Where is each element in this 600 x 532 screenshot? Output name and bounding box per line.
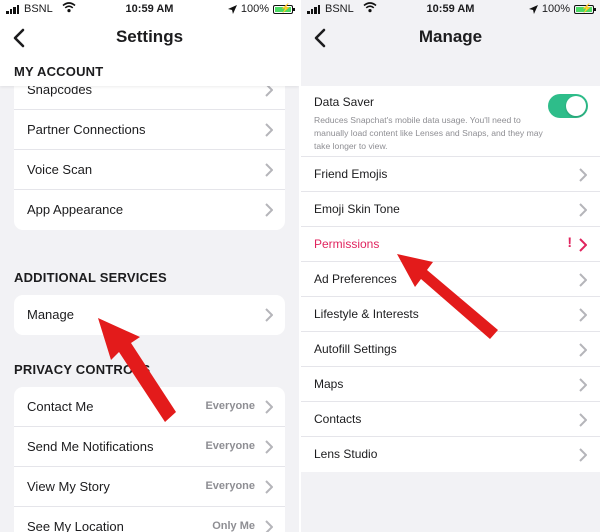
battery-icon: ⚡: [574, 3, 596, 14]
alert-icon: !: [567, 234, 572, 250]
privacy-controls-group: Contact Me Everyone Send Me Notification…: [14, 387, 285, 532]
list-item-label: Lifestyle & Interests: [314, 307, 419, 321]
list-item-send-me-notifications[interactable]: Send Me Notifications Everyone: [14, 427, 285, 467]
data-saver-row: Data Saver Reduces Snapchat's mobile dat…: [301, 86, 600, 157]
list-item-value: Everyone: [205, 440, 255, 452]
chevron-right-icon: [265, 520, 273, 532]
battery-percent: 100%: [541, 3, 570, 15]
status-bar: BSNL 10:59 AM 100% ⚡: [301, 0, 600, 20]
chevron-right-icon: [579, 448, 587, 462]
status-bar: BSNL 10:59 AM 100% ⚡: [0, 0, 299, 20]
chevron-right-icon: [579, 203, 587, 217]
navigation-bar: Settings: [0, 20, 299, 56]
status-right: 100% ⚡: [528, 3, 596, 15]
data-saver-toggle[interactable]: [548, 94, 588, 118]
list-item-label: Ad Preferences: [314, 272, 397, 286]
data-saver-label: Data Saver: [314, 95, 375, 109]
chevron-right-icon: [265, 163, 273, 177]
page-title: Settings: [115, 27, 184, 46]
list-item-label: View My Story: [27, 479, 110, 494]
location-arrow-icon: [528, 4, 538, 14]
list-item-autofill-settings[interactable]: Autofill Settings: [301, 332, 600, 367]
list-item-label: Permissions: [314, 237, 380, 251]
chevron-right-icon: [579, 273, 587, 287]
status-right: 100% ⚡: [227, 3, 295, 15]
manage-screen: BSNL 10:59 AM 100% ⚡ Manage Data Saver R…: [301, 0, 600, 532]
navigation-bar: Manage: [301, 20, 600, 56]
chevron-right-icon: [265, 480, 273, 494]
manage-row[interactable]: Manage: [14, 295, 285, 335]
list-item-ad-preferences[interactable]: Ad Preferences: [301, 262, 600, 297]
list-item-voice-scan[interactable]: Voice Scan: [14, 150, 285, 190]
list-item-label: Send Me Notifications: [27, 439, 154, 454]
list-item-label: See My Location: [27, 519, 124, 532]
chevron-right-icon: [265, 400, 273, 414]
list-item-view-my-story[interactable]: View My Story Everyone: [14, 467, 285, 507]
list-item-maps[interactable]: Maps: [301, 367, 600, 402]
list-item-lens-studio[interactable]: Lens Studio: [301, 437, 600, 472]
list-item-label: Voice Scan: [27, 162, 93, 177]
chevron-right-icon: [265, 203, 273, 217]
list-item-emoji-skin-tone[interactable]: Emoji Skin Tone: [301, 192, 600, 227]
list-item-partner-connections[interactable]: Partner Connections: [14, 110, 285, 150]
list-item-label: Contacts: [314, 412, 362, 426]
location-arrow-icon: [227, 4, 237, 14]
chevron-right-icon: [579, 343, 587, 357]
list-item-label: Maps: [314, 377, 344, 391]
additional-services-header: ADDITIONAL SERVICES: [14, 270, 167, 285]
list-item-friend-emojis[interactable]: Friend Emojis: [301, 157, 600, 192]
chevron-right-icon: [579, 168, 587, 182]
chevron-right-icon: [265, 440, 273, 454]
list-item-value: Only Me: [212, 520, 255, 532]
chevron-right-icon: [265, 123, 273, 137]
manage-label: Manage: [27, 307, 74, 322]
list-item-label: App Appearance: [27, 202, 124, 217]
list-item-value: Everyone: [205, 480, 255, 492]
battery-percent: 100%: [240, 3, 269, 15]
additional-services-group: Manage: [14, 295, 285, 335]
page-title: Manage: [418, 27, 483, 46]
list-item-label: Partner Connections: [27, 122, 146, 137]
battery-icon: ⚡: [273, 3, 295, 14]
chevron-right-icon: [579, 413, 587, 427]
list-item-label: Friend Emojis: [314, 167, 388, 181]
list-item-lifestyle-interests[interactable]: Lifestyle & Interests: [301, 297, 600, 332]
chevron-right-icon: [579, 378, 587, 392]
list-item-label: Autofill Settings: [314, 342, 397, 356]
list-item-see-my-location[interactable]: See My Location Only Me: [14, 507, 285, 532]
list-item-contacts[interactable]: Contacts: [301, 402, 600, 437]
list-item-label: Lens Studio: [314, 447, 378, 461]
list-item-permissions[interactable]: Permissions !: [301, 227, 600, 262]
list-item-app-appearance[interactable]: App Appearance: [14, 190, 285, 230]
list-item-label: Emoji Skin Tone: [314, 202, 400, 216]
manage-list: Data Saver Reduces Snapchat's mobile dat…: [301, 86, 600, 472]
chevron-right-icon: [579, 238, 587, 252]
chevron-right-icon: [579, 308, 587, 322]
privacy-controls-header: PRIVACY CONTROLS: [14, 362, 151, 377]
list-item-label: Contact Me: [27, 399, 94, 414]
chevron-right-icon: [265, 308, 273, 322]
list-item-value: Everyone: [205, 400, 255, 412]
settings-screen: Snapcodes Partner Connections Voice Scan…: [0, 0, 299, 532]
my-account-header: MY ACCOUNT: [14, 64, 104, 79]
my-account-group: Snapcodes Partner Connections Voice Scan…: [14, 70, 285, 230]
data-saver-description: Reduces Snapchat's mobile data usage. Yo…: [314, 115, 543, 151]
list-item-contact-me[interactable]: Contact Me Everyone: [14, 387, 285, 427]
